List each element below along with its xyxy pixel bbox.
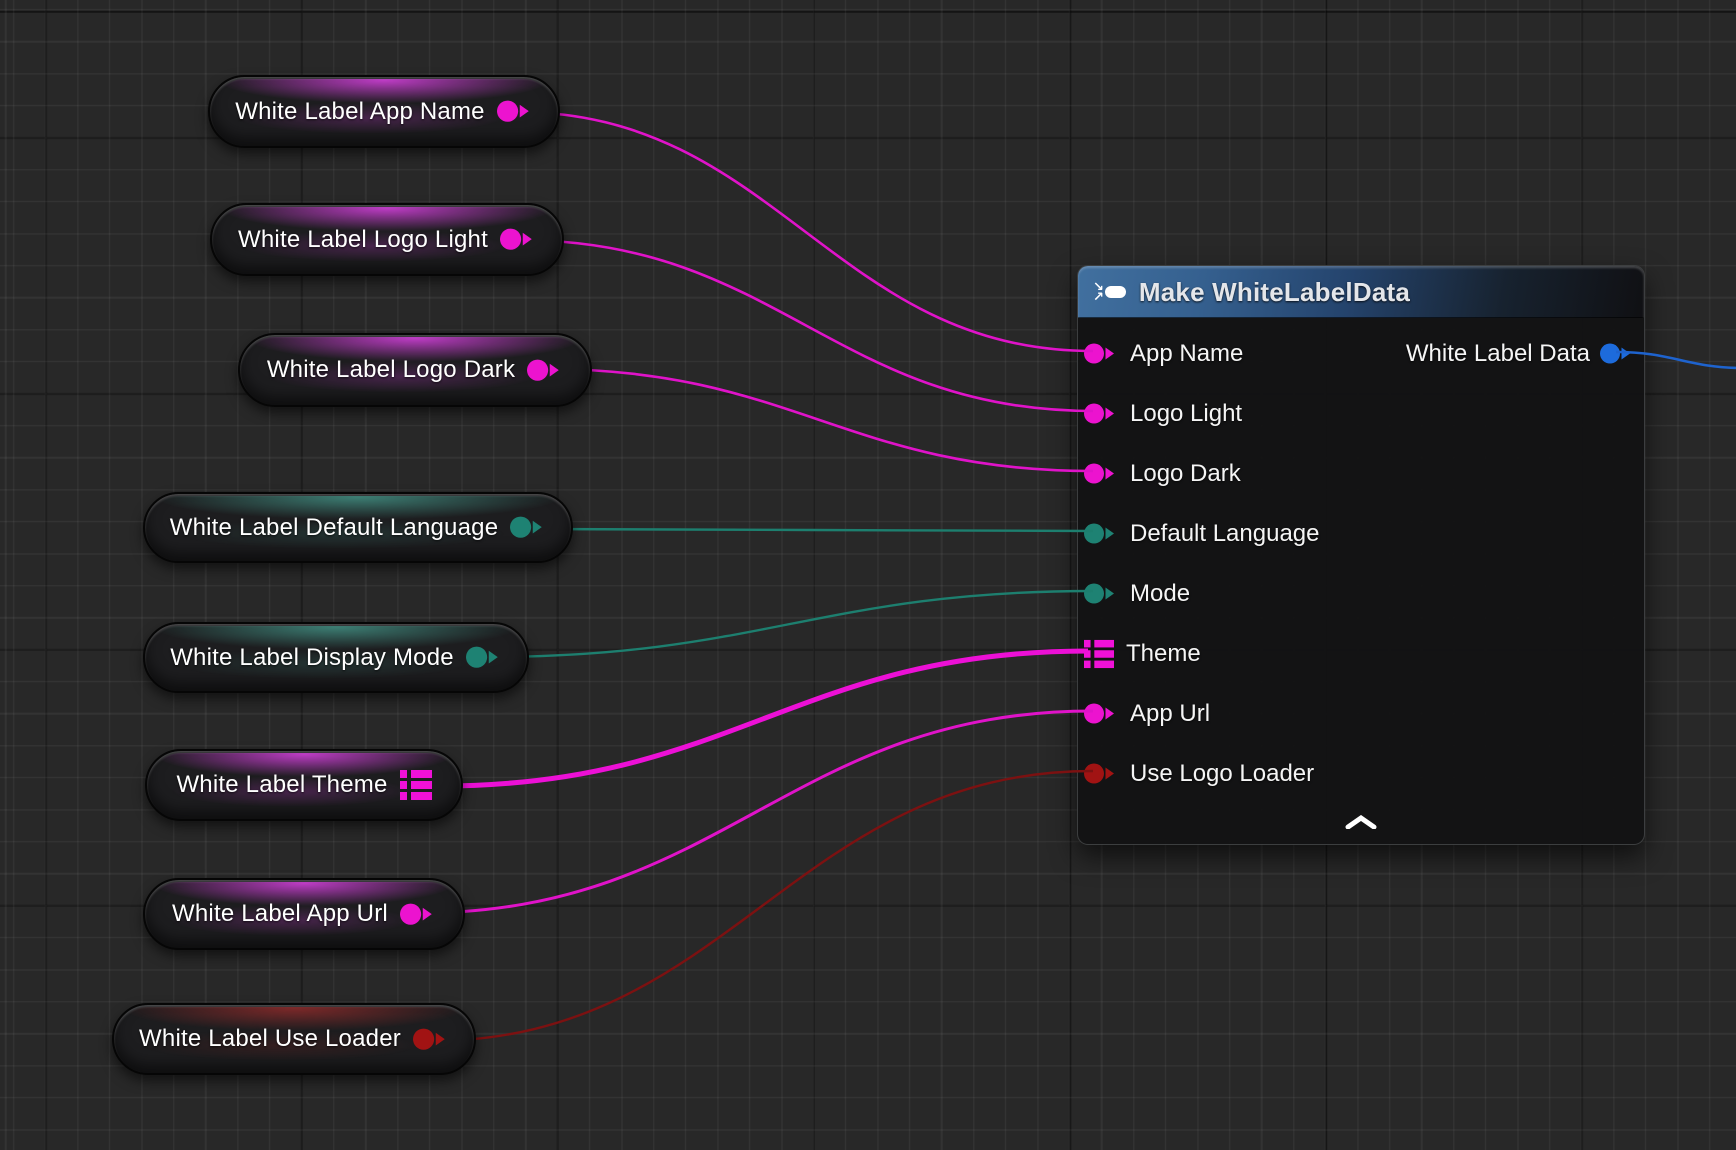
bool-pin[interactable] [1084, 763, 1118, 784]
variable-node-white-label-app-name[interactable]: White Label App Name [208, 75, 560, 148]
variable-node-label: White Label Theme [176, 771, 387, 799]
string-pin[interactable] [1084, 703, 1118, 724]
enum-pin[interactable] [1084, 583, 1118, 604]
make-node-title: Make WhiteLabelData [1139, 277, 1410, 308]
input-pin-label: Logo Dark [1130, 460, 1241, 488]
wire-white-label-logo-light[interactable] [519, 240, 1093, 411]
pin-row-app-url: App Url [1078, 684, 1644, 744]
string-pin[interactable] [497, 100, 533, 122]
chevron-up-icon [1344, 815, 1378, 829]
enum-pin[interactable] [466, 646, 502, 668]
input-pin-label: App Name [1130, 340, 1243, 368]
pin-row-logo-light: Logo Light [1078, 384, 1644, 444]
pin-row-logo-dark: Logo Dark [1078, 444, 1644, 504]
variable-node-white-label-app-url[interactable]: White Label App Url [143, 878, 465, 950]
pin-row-theme: Theme [1078, 624, 1644, 684]
input-pin-label: Logo Light [1130, 400, 1242, 428]
variable-node-white-label-logo-light[interactable]: White Label Logo Light [210, 203, 564, 276]
variable-node-label: White Label Default Language [170, 514, 499, 542]
wire-white-label-logo-dark[interactable] [546, 369, 1093, 471]
input-pin-label: App Url [1130, 700, 1210, 728]
variable-node-white-label-use-loader[interactable]: White Label Use Loader [112, 1003, 476, 1075]
variable-node-label: White Label Display Mode [170, 644, 454, 672]
bool-pin[interactable] [413, 1028, 449, 1050]
pin-row-mode: Mode [1078, 564, 1644, 624]
variable-node-label: White Label Logo Light [238, 226, 488, 254]
output-pin-group: White Label Data [1406, 340, 1634, 368]
input-pin-label: Default Language [1130, 520, 1320, 548]
enum-pin[interactable] [510, 516, 546, 538]
variable-node-label: White Label App Name [235, 98, 484, 126]
wire-white-label-app-name[interactable] [517, 112, 1093, 351]
make-whitelabeldata-node[interactable]: ↘↗ Make WhiteLabelData App Name White La… [1077, 265, 1645, 845]
collapse-node-button[interactable] [1334, 811, 1388, 836]
input-pin-label: Theme [1126, 640, 1201, 668]
pin-rows: App Name White Label Data Logo Light Log… [1078, 318, 1644, 804]
string-pin[interactable] [1084, 343, 1118, 364]
variable-node-white-label-logo-dark[interactable]: White Label Logo Dark [238, 333, 592, 407]
string-pin[interactable] [1084, 403, 1118, 424]
string-pin[interactable] [500, 228, 536, 250]
pin-row-default-language: Default Language [1078, 504, 1644, 564]
pin-row-use-logo-loader: Use Logo Loader [1078, 744, 1644, 804]
wire-white-label-default-language[interactable] [531, 529, 1093, 531]
variable-node-white-label-display-mode[interactable]: White Label Display Mode [143, 622, 529, 693]
struct-grid-icon-pin[interactable] [1084, 639, 1114, 669]
wire-white-label-app-url[interactable] [419, 711, 1093, 913]
variable-node-label: White Label App Url [172, 900, 388, 928]
variable-node-white-label-default-language[interactable]: White Label Default Language [143, 492, 573, 563]
variable-node-label: White Label Use Loader [139, 1025, 401, 1053]
make-struct-icon: ↘↗ [1093, 282, 1126, 302]
input-pin-label: Mode [1130, 580, 1190, 608]
wire-white-label-display-mode[interactable] [487, 591, 1093, 657]
input-pin-label: Use Logo Loader [1130, 760, 1314, 788]
pin-row-app-name: App Name White Label Data [1078, 324, 1644, 384]
string-pin[interactable] [527, 359, 563, 381]
wire-white-label-use-loader[interactable] [431, 771, 1093, 1041]
enum-pin[interactable] [1084, 523, 1118, 544]
object-pin[interactable] [1600, 343, 1634, 364]
output-pin-label: White Label Data [1406, 340, 1590, 368]
blueprint-canvas[interactable]: ↘↗ Make WhiteLabelData App Name White La… [0, 0, 1736, 1150]
wire-white-label-theme[interactable] [440, 651, 1088, 786]
string-pin[interactable] [400, 903, 436, 925]
string-pin[interactable] [1084, 463, 1118, 484]
make-node-header[interactable]: ↘↗ Make WhiteLabelData [1078, 266, 1644, 318]
variable-node-white-label-theme[interactable]: White Label Theme [145, 749, 463, 821]
struct-grid-icon-pin[interactable] [400, 769, 432, 801]
variable-node-label: White Label Logo Dark [267, 356, 515, 384]
